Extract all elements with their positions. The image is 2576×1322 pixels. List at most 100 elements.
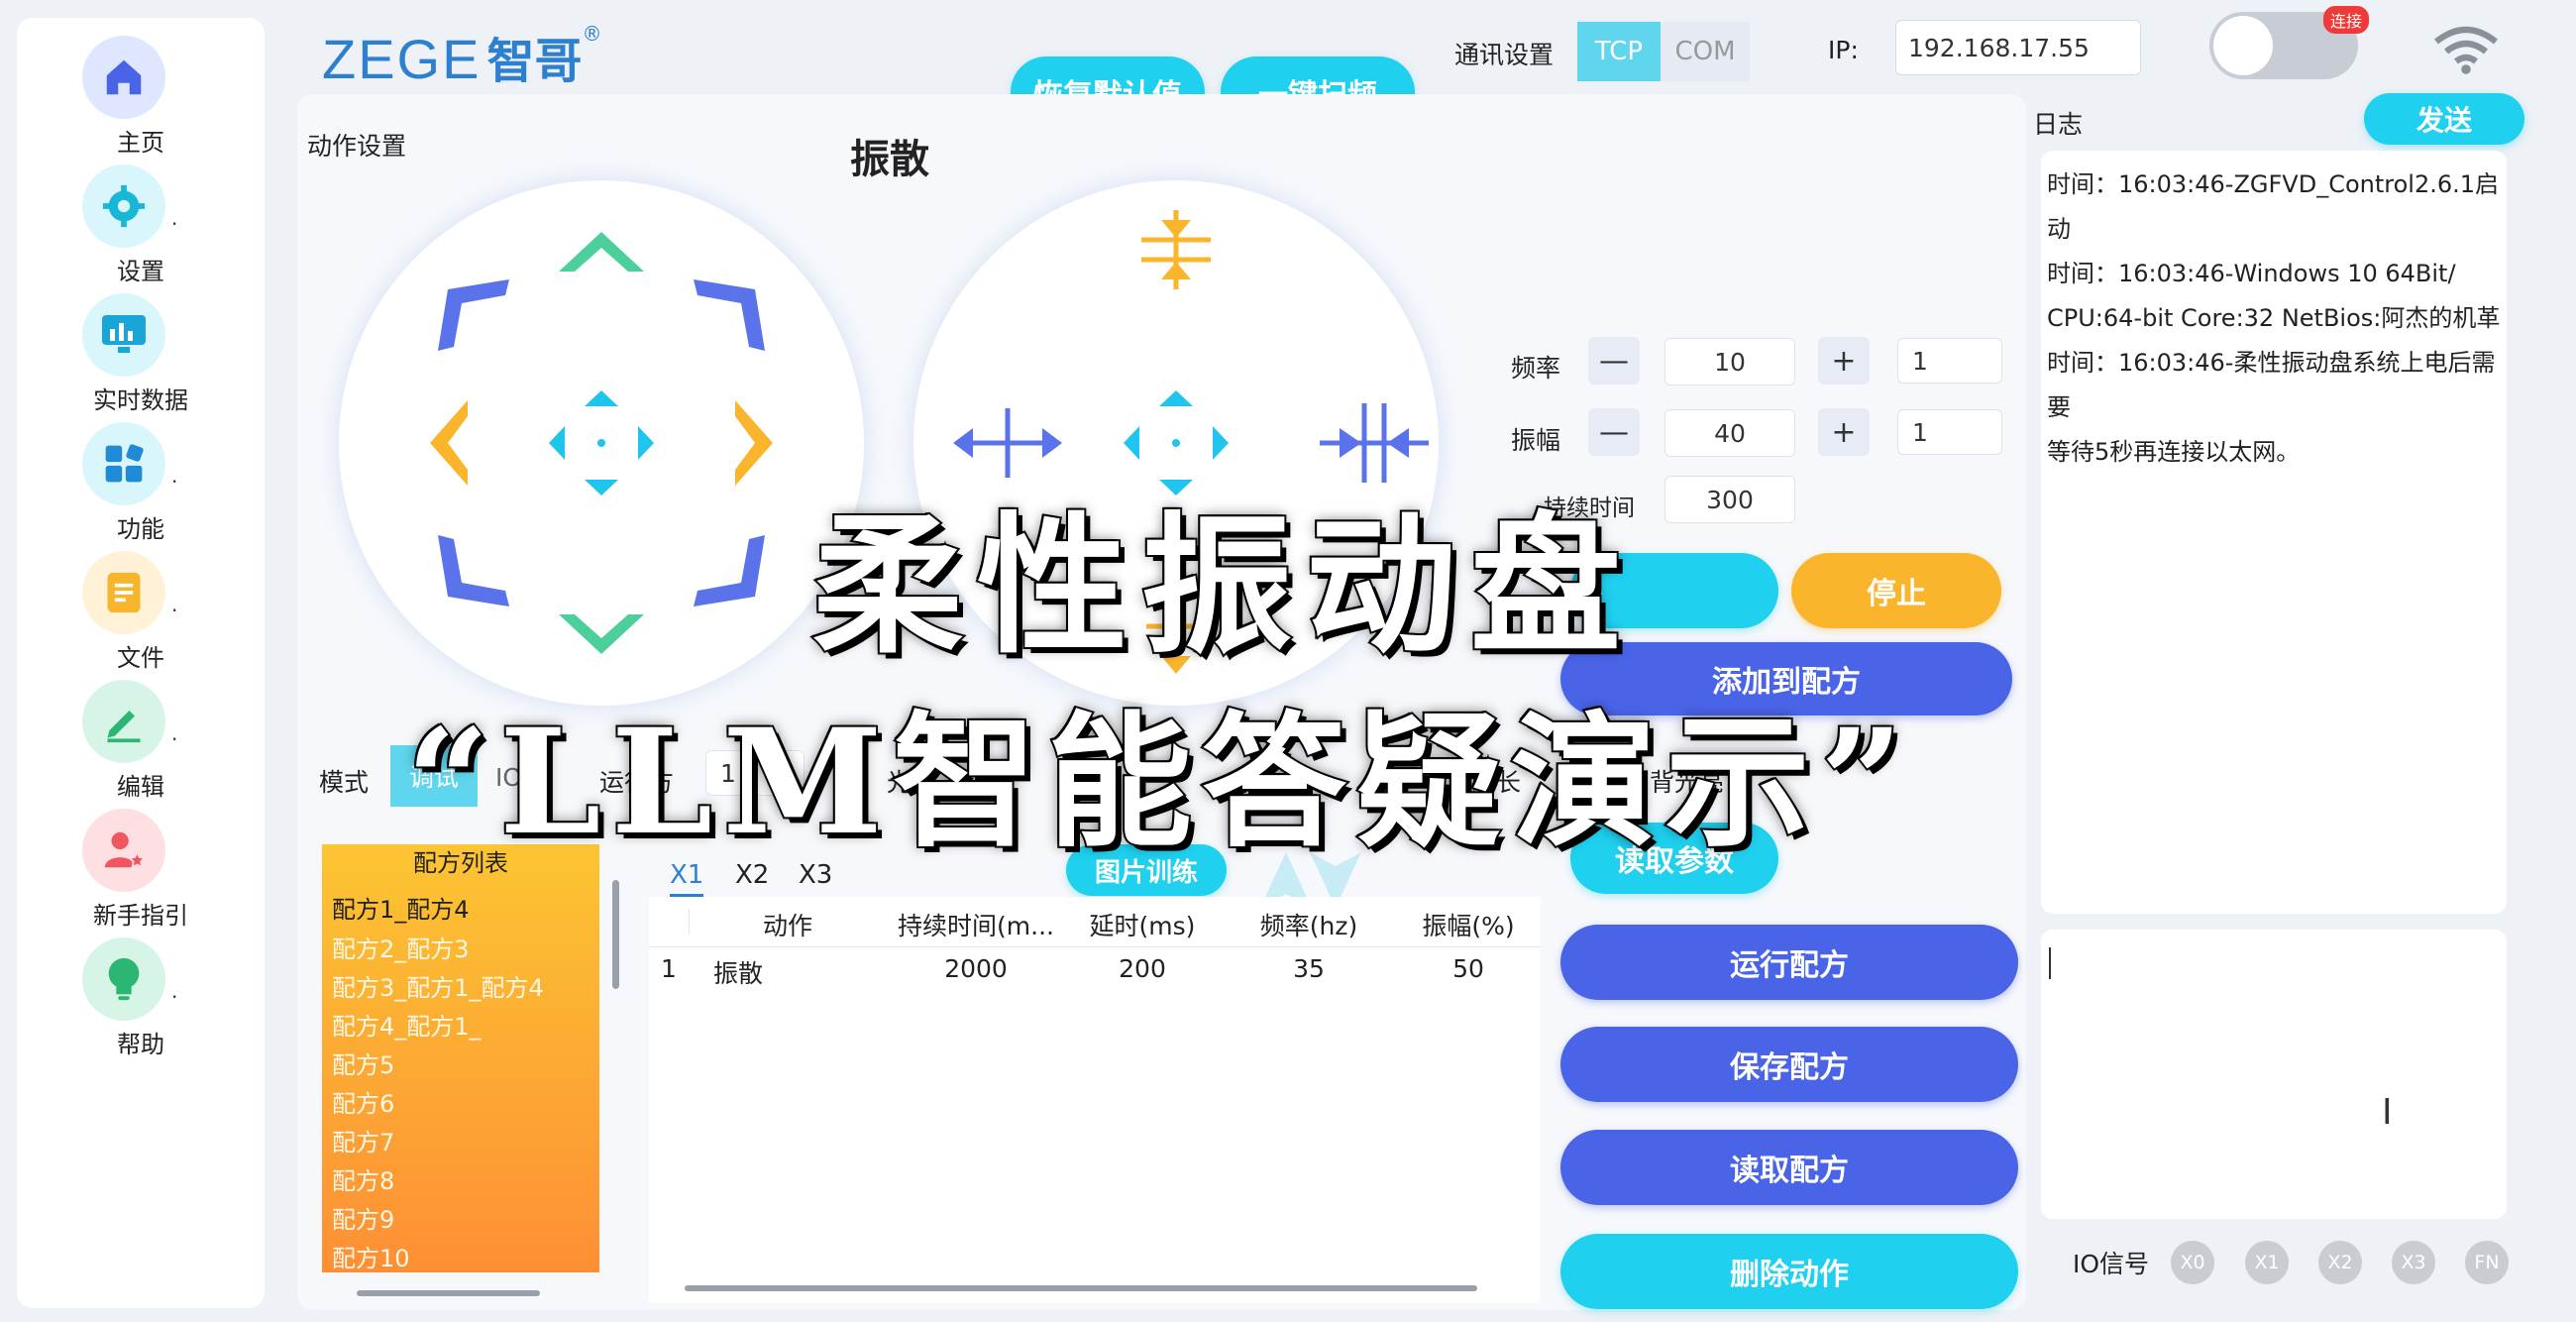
column-header: 动作: [762, 912, 812, 940]
freq-label: 频率: [1511, 354, 1561, 383]
arrow-up-right-icon[interactable]: [694, 279, 765, 351]
action-settings-label: 动作设置: [307, 132, 407, 161]
recipe-item[interactable]: 配方8: [332, 1161, 394, 1196]
center-spread-icon[interactable]: [549, 390, 654, 496]
sidebar-item-edit[interactable]: · 编辑: [17, 680, 265, 801]
sidebar-item-file[interactable]: · 文件: [17, 551, 265, 672]
brand-logo: ZEGE 智哥 ®: [322, 22, 601, 91]
freq-plus-button[interactable]: +: [1818, 337, 1870, 385]
mode-label: 模式: [319, 768, 370, 797]
io-signal-fn: FN: [2465, 1241, 2509, 1284]
amp-step-input[interactable]: 1: [1897, 409, 2002, 455]
sidebar-item-functions[interactable]: · 功能: [17, 422, 265, 543]
io-signal-x0: X0: [2171, 1241, 2214, 1284]
recipe-item[interactable]: 配方7: [332, 1123, 394, 1157]
cell: 振散: [712, 959, 763, 988]
send-button[interactable]: 发送: [2364, 93, 2524, 145]
amp-input[interactable]: 40: [1664, 409, 1795, 457]
recipe-item[interactable]: 配方1_配方4: [332, 890, 470, 925]
sidebar-item-label: 主页: [117, 129, 164, 157]
sidebar-item-label: 帮助: [117, 1031, 164, 1058]
log-line: 时间：16:03:46-柔性振动盘系统上电后需要: [2047, 349, 2496, 421]
io-signal-label: IO信号: [2073, 1250, 2150, 1278]
sidebar-item-help[interactable]: · 帮助: [17, 937, 265, 1058]
comm-settings-label: 通讯设置: [1454, 41, 1555, 69]
recipe-item[interactable]: 配方3_配方1_配方4: [332, 968, 544, 1003]
stop-button[interactable]: 停止: [1791, 553, 2001, 628]
sidebar-item-label: 文件: [117, 644, 164, 672]
io-signal-x1: X1: [2245, 1241, 2289, 1284]
log-line: CPU:64-bit Core:32 NetBios:阿杰的机革: [2047, 304, 2501, 332]
delete-action-button[interactable]: 删除动作: [1560, 1234, 2018, 1309]
log-output: 时间：16:03:46-ZGFVD_Control2.6.1启动 时间：16:0…: [2041, 151, 2507, 914]
arrow-left-icon[interactable]: [430, 400, 468, 486]
amp-plus-button[interactable]: +: [1818, 408, 1870, 456]
freq-input[interactable]: 10: [1664, 338, 1795, 386]
ibeam-cursor-icon: I: [2382, 1092, 2393, 1133]
recipe-list-hscrollbar[interactable]: [357, 1290, 540, 1296]
arrow-up-icon[interactable]: [559, 232, 644, 272]
column-header: 持续时间(m...: [898, 912, 1054, 940]
sidebar-item-beginner-guide[interactable]: 新手指引: [17, 809, 265, 930]
freq-step-input[interactable]: 1: [1897, 338, 2002, 384]
cell: 200: [1119, 954, 1166, 983]
overlay-subtitle: “LLM智能答疑演示”: [404, 696, 1913, 869]
cell: 35: [1293, 954, 1325, 983]
current-action-title: 振散: [850, 137, 929, 182]
cell: 2000: [944, 954, 1008, 983]
amp-label: 振幅: [1511, 426, 1561, 455]
grid-icon: [82, 422, 165, 505]
com-tab[interactable]: COM: [1661, 22, 1750, 81]
table-hscrollbar[interactable]: [685, 1285, 1477, 1291]
user-star-icon: [82, 809, 165, 892]
text-cursor: [2049, 947, 2051, 979]
log-line: 时间：16:03:46-Windows 10 64Bit/: [2047, 260, 2456, 287]
action-table: 动作 持续时间(m... 延时(ms) 频率(hz) 振幅(%) 1 振散 20…: [649, 897, 1541, 1303]
brand-mark: ®: [582, 22, 602, 46]
compress-vertical-icon[interactable]: [1141, 210, 1211, 289]
column-divider: [689, 909, 690, 935]
arrow-right-icon[interactable]: [735, 400, 773, 486]
recipe-item[interactable]: 配方5: [332, 1046, 394, 1080]
expand-dot-icon: ·: [171, 470, 178, 494]
recipe-item[interactable]: 配方9: [332, 1200, 394, 1235]
ip-input[interactable]: [1895, 20, 2141, 75]
sidebar-item-label: 新手指引: [93, 902, 188, 930]
run-recipe-button[interactable]: 运行配方: [1560, 925, 2018, 1000]
amp-minus-button[interactable]: —: [1588, 408, 1640, 456]
sidebar-item-realtime-data[interactable]: 实时数据: [17, 293, 265, 414]
file-icon: [82, 551, 165, 634]
recipe-item[interactable]: 配方4_配方1_: [332, 1007, 482, 1042]
arrow-down-right-icon[interactable]: [694, 535, 765, 606]
duration-input[interactable]: 300: [1664, 476, 1795, 523]
recipe-item[interactable]: 配方6: [332, 1084, 394, 1119]
arrow-up-left-icon[interactable]: [438, 279, 509, 351]
expand-dot-icon: ·: [171, 985, 178, 1009]
bulb-icon: [82, 937, 165, 1021]
message-input[interactable]: I: [2041, 930, 2507, 1219]
read-recipe-button[interactable]: 读取配方: [1560, 1130, 2018, 1205]
sidebar-item-label: 实时数据: [93, 386, 188, 414]
recipe-item[interactable]: 配方2_配方3: [332, 930, 470, 964]
home-icon: [82, 36, 165, 119]
sidebar-item-home[interactable]: 主页: [17, 36, 265, 157]
expand-dot-icon: ·: [171, 212, 178, 236]
freq-minus-button[interactable]: —: [1588, 337, 1640, 385]
tcp-tab[interactable]: TCP: [1577, 22, 1661, 81]
sidebar-item-settings[interactable]: · 设置: [17, 165, 265, 285]
brand-cn: 智哥: [486, 34, 583, 89]
arrow-down-left-icon[interactable]: [438, 535, 509, 606]
log-line: 等待5秒再连接以太网。: [2047, 438, 2301, 466]
overlay-title: 柔性振动盘: [810, 495, 1635, 676]
log-line: 时间：16:03:46-ZGFVD_Control2.6.1启动: [2047, 170, 2500, 243]
cell: 50: [1452, 954, 1484, 983]
arrow-down-icon[interactable]: [559, 614, 644, 654]
save-recipe-button[interactable]: 保存配方: [1560, 1027, 2018, 1102]
wifi-icon: [2432, 24, 2500, 79]
recipe-item[interactable]: 配方10: [332, 1239, 410, 1273]
table-row[interactable]: 1 振散 2000 200 35 50: [649, 948, 1541, 988]
cell: 1: [661, 954, 677, 983]
recipe-list-scrollbar[interactable]: [612, 880, 619, 989]
expand-dot-icon: ·: [171, 727, 178, 751]
sidebar-item-label: 编辑: [117, 773, 164, 801]
